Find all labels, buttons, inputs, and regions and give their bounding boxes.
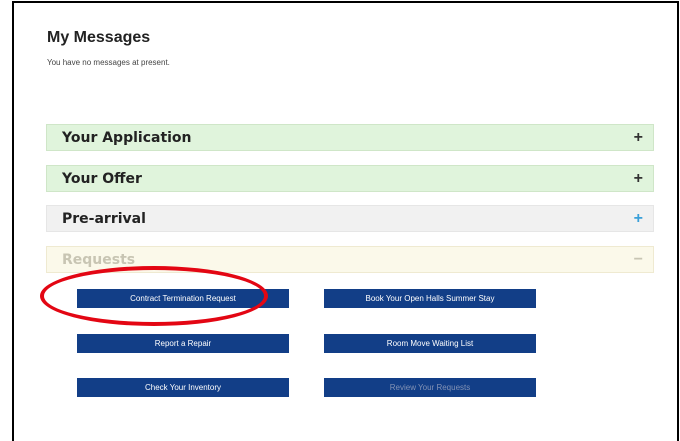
plus-icon[interactable]: + [634,129,643,147]
plus-icon[interactable]: + [634,170,643,188]
page-title: My Messages [47,29,151,46]
panel-label: Requests [62,251,136,268]
panel-label: Your Offer [62,170,142,187]
report-a-repair-button[interactable]: Report a Repair [77,334,289,353]
panel-requests[interactable]: Requests − [46,246,654,273]
contract-termination-request-button[interactable]: Contract Termination Request [77,289,289,308]
book-open-halls-summer-stay-button[interactable]: Book Your Open Halls Summer Stay [324,289,536,308]
minus-icon[interactable]: − [634,251,643,269]
room-move-waiting-list-button[interactable]: Room Move Waiting List [324,334,536,353]
panel-pre-arrival[interactable]: Pre-arrival + [46,205,654,232]
panel-your-application[interactable]: Your Application + [46,124,654,151]
panel-label: Your Application [62,129,192,146]
check-your-inventory-button[interactable]: Check Your Inventory [77,378,289,397]
panel-your-offer[interactable]: Your Offer + [46,165,654,192]
panel-label: Pre-arrival [62,210,146,227]
messages-empty-text: You have no messages at present. [47,58,170,67]
review-your-requests-button: Review Your Requests [324,378,536,397]
plus-icon[interactable]: + [634,210,643,228]
